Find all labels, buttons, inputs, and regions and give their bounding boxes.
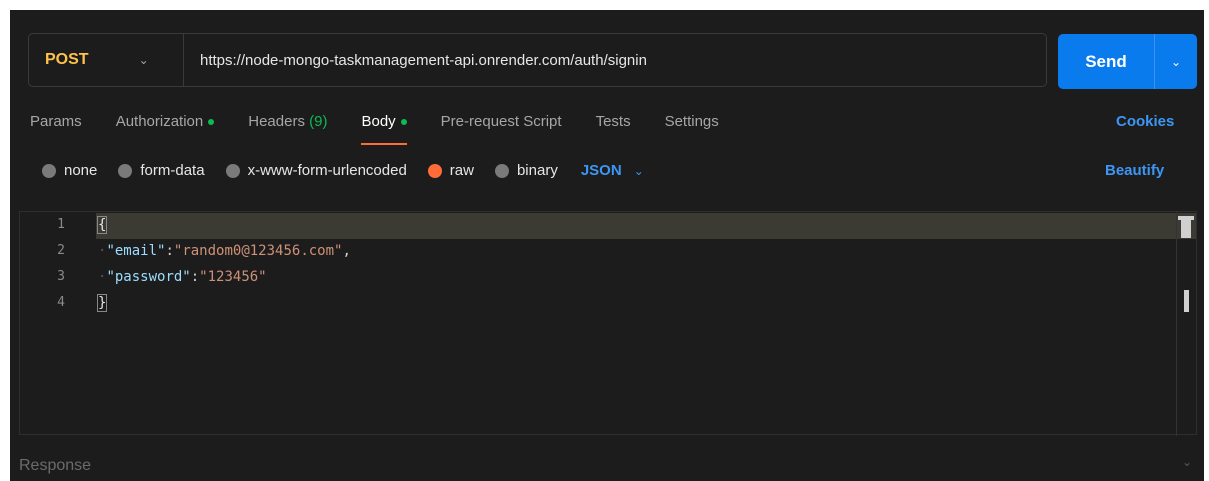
json-key-password: "password" <box>106 269 191 285</box>
close-brace: } <box>96 294 108 312</box>
active-indicator-dot <box>208 119 215 126</box>
tab-tests[interactable]: Tests <box>596 113 631 143</box>
open-brace: { <box>96 216 108 234</box>
response-label: Response <box>19 457 92 474</box>
tab-headers-label: Headers <box>248 113 305 130</box>
tab-headers[interactable]: Headers (9) <box>248 113 327 143</box>
radio-icon <box>42 163 56 178</box>
left-border <box>0 0 10 481</box>
code-line: ·"email":"random0@123456.com", <box>98 238 351 264</box>
format-select-label: JSON <box>580 162 622 179</box>
method-select[interactable]: POST ⌄ <box>29 34 184 86</box>
format-select[interactable]: JSON ⌄ <box>579 162 644 179</box>
tab-tests-label: Tests <box>595 113 631 130</box>
cookies-link[interactable]: Cookies <box>1116 113 1174 130</box>
code-content: { ·"email":"random0@123456.com", ·"passw… <box>96 212 351 316</box>
active-indicator-dot <box>400 119 407 126</box>
body-type-none-label: none <box>64 162 98 179</box>
radio-icon <box>494 163 509 178</box>
headers-count: (9) <box>309 113 328 130</box>
radio-icon <box>225 163 240 178</box>
line-number: 2 <box>57 243 65 258</box>
chevron-down-icon: ⌄ <box>138 53 149 67</box>
code-line: } <box>96 290 351 316</box>
tab-body[interactable]: Body <box>361 113 407 145</box>
body-type-raw[interactable]: raw <box>427 162 474 179</box>
tab-prerequest-label: Pre-request Script <box>440 113 562 130</box>
tab-params-label: Params <box>30 113 82 130</box>
body-type-options: none form-data x-www-form-urlencoded raw… <box>42 162 665 179</box>
code-line: { <box>96 212 351 238</box>
send-button[interactable]: Send <box>1058 34 1154 89</box>
beautify-button[interactable]: Beautify <box>1105 162 1164 179</box>
tab-authorization[interactable]: Authorization <box>116 113 215 143</box>
line-number: 3 <box>57 269 65 284</box>
line-number: 1 <box>57 217 65 232</box>
radio-selected-icon <box>427 163 442 178</box>
method-label: POST <box>45 51 89 68</box>
response-panel[interactable]: Response ⌄ <box>10 440 1204 481</box>
body-type-binary-label: binary <box>516 162 558 179</box>
radio-icon <box>118 163 133 178</box>
code-line: ·"password":"123456" <box>98 264 351 290</box>
tab-params[interactable]: Params <box>30 113 82 143</box>
top-border <box>0 0 1209 10</box>
body-type-form-data[interactable]: form-data <box>118 162 205 179</box>
cursor-marker <box>1184 290 1189 312</box>
active-tab-underline <box>361 143 407 145</box>
body-type-urlencoded[interactable]: x-www-form-urlencoded <box>225 162 407 179</box>
body-type-urlencoded-label: x-www-form-urlencoded <box>247 162 407 179</box>
body-type-none[interactable]: none <box>42 162 97 179</box>
chevron-down-icon[interactable]: ⌄ <box>1182 455 1192 469</box>
scrollbar-thumb[interactable] <box>1181 216 1191 238</box>
chevron-down-icon: ⌄ <box>633 163 644 178</box>
comma: , <box>342 243 351 259</box>
tab-authorization-label: Authorization <box>115 113 204 130</box>
request-bar: POST ⌄ https://node-mongo-taskmanagement… <box>28 33 1047 87</box>
json-value-password: "123456" <box>199 269 267 285</box>
body-type-binary[interactable]: binary <box>494 162 558 179</box>
right-border <box>1204 0 1209 481</box>
send-options-chevron-icon[interactable]: ⌄ <box>1155 34 1197 89</box>
line-number-gutter: 1 2 3 4 <box>20 212 80 316</box>
line-number: 4 <box>57 295 65 310</box>
request-tabs: Params Authorization Headers (9) Body Pr… <box>30 113 753 145</box>
json-key-email: "email" <box>106 243 166 259</box>
body-editor[interactable]: 1 2 3 4 { ·"email":"random0@123456.com",… <box>19 211 1197 436</box>
colon: : <box>190 269 200 285</box>
tab-body-label: Body <box>361 113 396 130</box>
json-value-email: "random0@123456.com" <box>173 243 343 259</box>
tab-settings-label: Settings <box>664 113 719 130</box>
body-type-form-data-label: form-data <box>140 162 205 179</box>
tab-prerequest-script[interactable]: Pre-request Script <box>441 113 562 143</box>
body-type-raw-label: raw <box>449 162 474 179</box>
send-button-group: Send ⌄ <box>1058 34 1197 89</box>
colon: : <box>165 243 174 259</box>
url-input[interactable]: https://node-mongo-taskmanagement-api.on… <box>184 52 647 69</box>
scrollbar-track <box>1176 212 1177 436</box>
tab-settings[interactable]: Settings <box>665 113 719 143</box>
